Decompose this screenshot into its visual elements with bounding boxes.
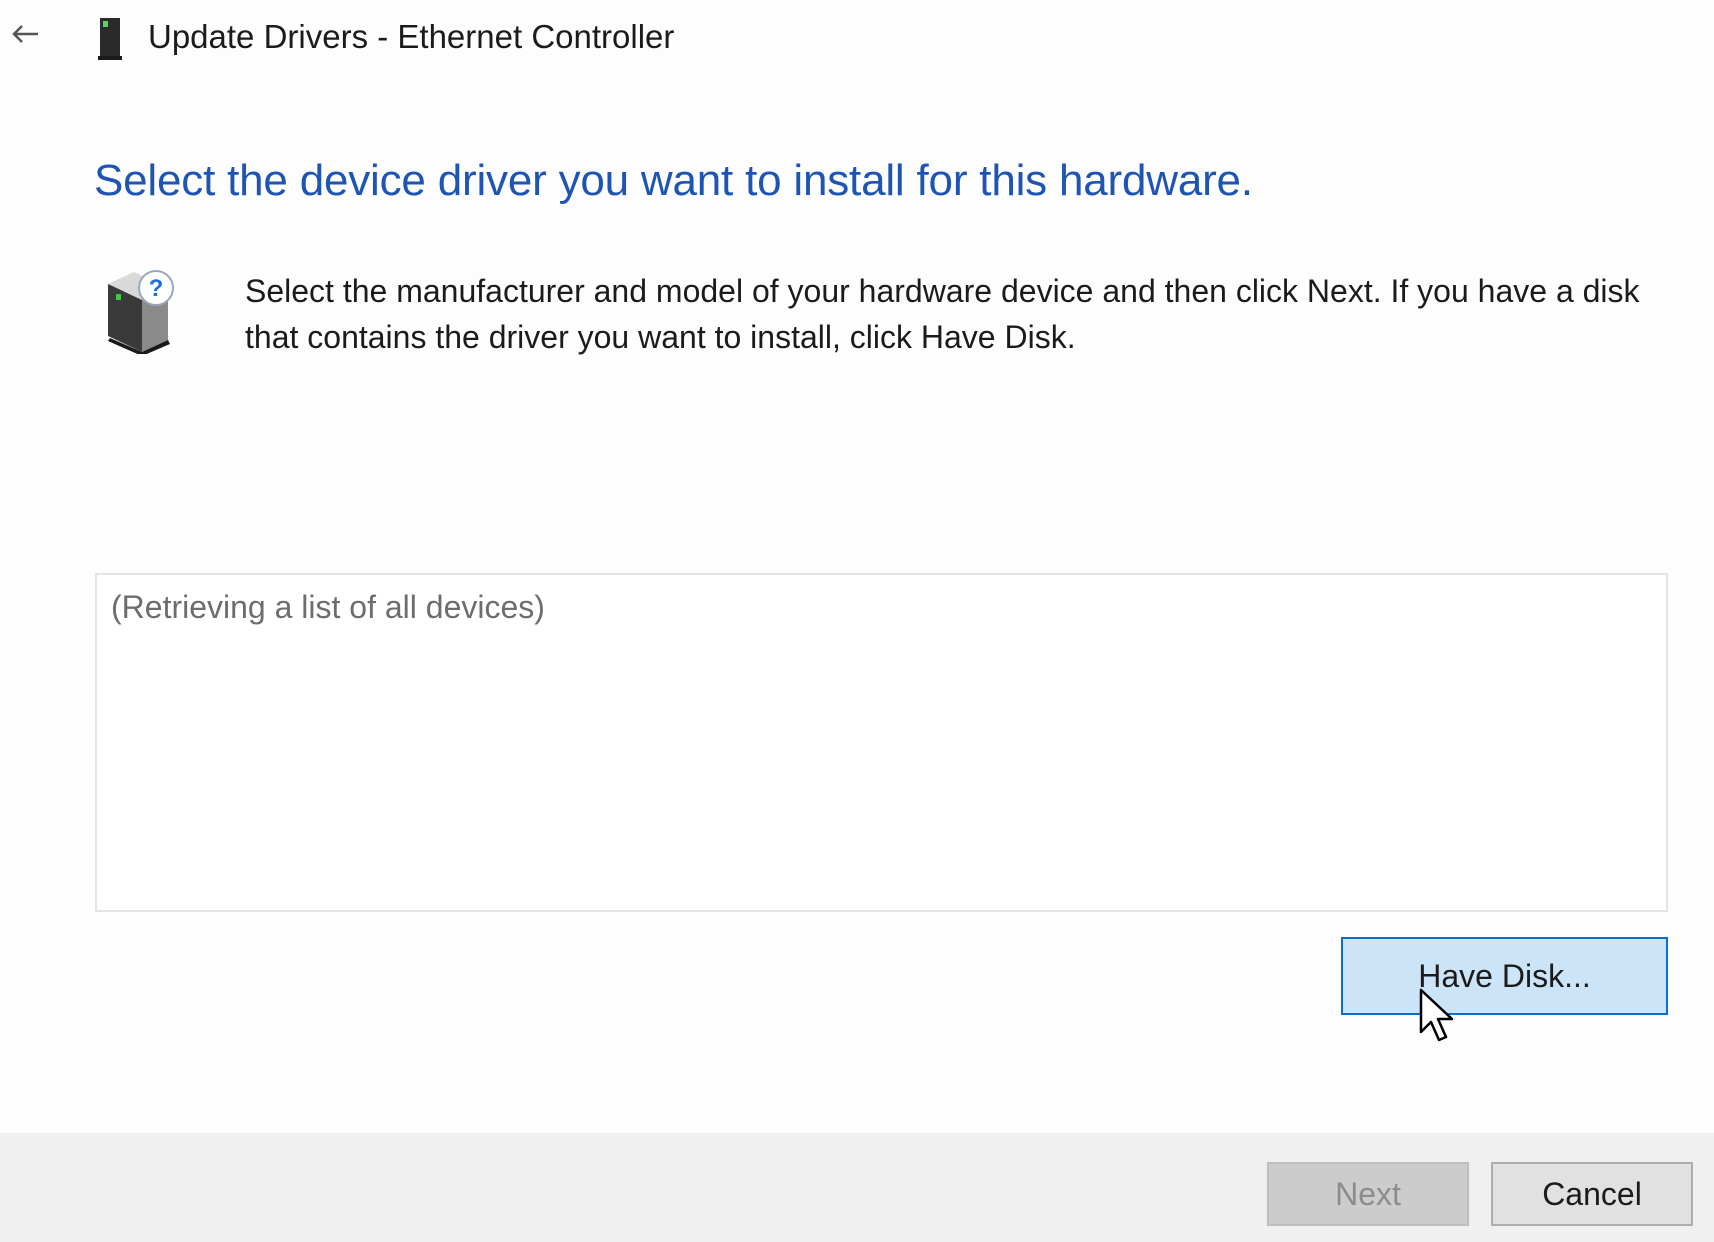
instruction-text: Select the manufacturer and model of you…: [245, 273, 1640, 355]
cancel-button[interactable]: Cancel: [1491, 1162, 1693, 1226]
window-title: Update Drivers - Ethernet Controller: [148, 18, 675, 55]
back-button[interactable]: [6, 16, 44, 52]
hardware-question-icon: ?: [108, 270, 174, 354]
page-heading: Select the device driver you want to ins…: [94, 156, 1253, 205]
have-disk-button[interactable]: Have Disk...: [1341, 937, 1668, 1015]
update-drivers-window: Update Drivers - Ethernet Controller Sel…: [0, 0, 1714, 1242]
svg-text:?: ?: [149, 275, 164, 302]
dialog-footer: Next Cancel: [0, 1133, 1714, 1242]
network-adapter-icon: [98, 18, 122, 60]
device-list-status: (Retrieving a list of all devices): [111, 589, 545, 625]
back-arrow-icon: [12, 25, 38, 43]
device-list-box[interactable]: (Retrieving a list of all devices): [95, 573, 1668, 912]
next-button[interactable]: Next: [1267, 1162, 1469, 1226]
